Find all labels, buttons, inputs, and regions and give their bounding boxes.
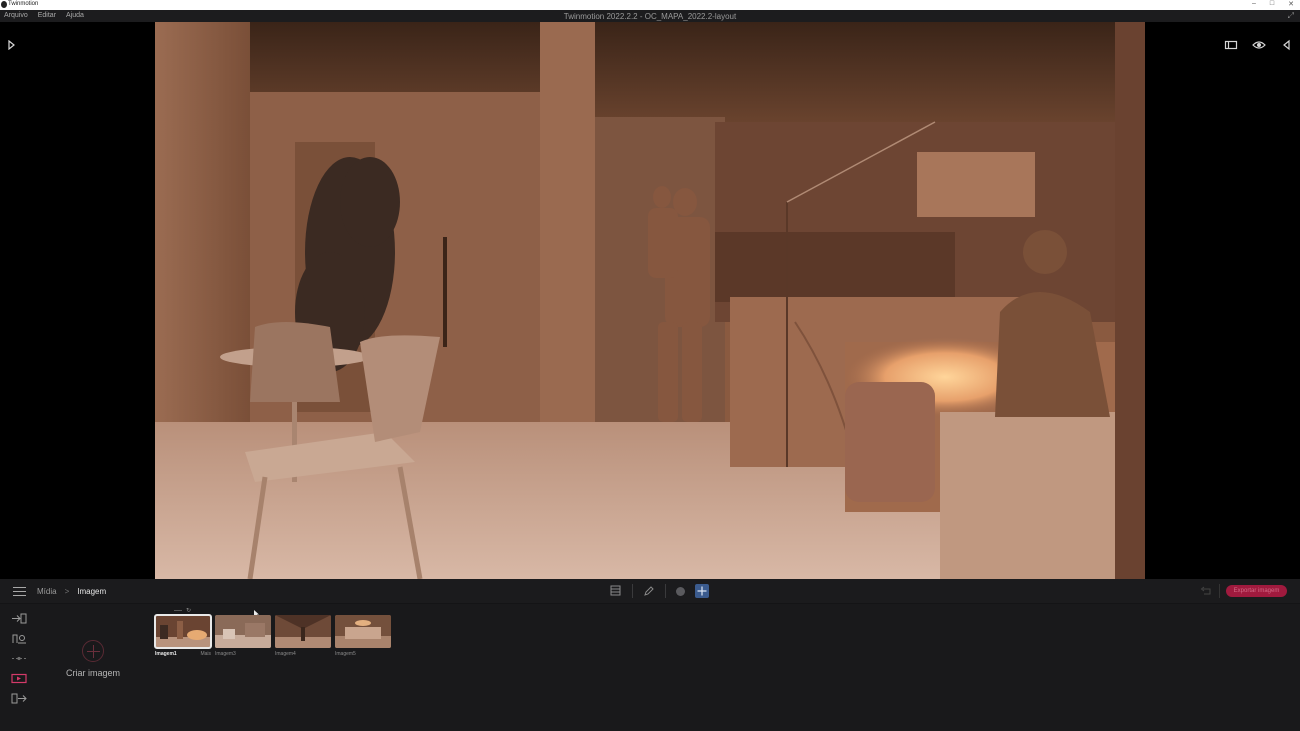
divider — [665, 584, 666, 598]
context-icon[interactable] — [10, 632, 28, 645]
fullscreen-icon[interactable]: ⤢ — [1288, 11, 1294, 21]
scene-render — [155, 22, 1145, 579]
dock-center-tools — [610, 584, 709, 598]
thumbnail-preview — [154, 614, 212, 649]
image-thumbnails: Imagem1 Mais Imagem3 Imagem4 Imagem5 — [154, 614, 391, 657]
create-image-label: Criar imagem — [65, 668, 120, 678]
drag-handle[interactable] — [174, 610, 182, 611]
add-icon — [82, 640, 104, 662]
app-name: Twinmotion — [8, 1, 39, 7]
viewport-tools — [1224, 38, 1294, 52]
viewport-area — [0, 22, 1300, 579]
twinmotion-logo-icon — [1, 1, 7, 8]
menu-bar: Arquivo Editar Ajuda Twinmotion 2022.2.2… — [0, 10, 1300, 22]
document-title: Twinmotion 2022.2.2 - OC_MAPA_2022.2-lay… — [563, 12, 737, 21]
close-button[interactable]: ✕ — [1288, 0, 1294, 8]
create-image-button[interactable]: Criar imagem — [62, 640, 124, 678]
import-icon[interactable] — [10, 612, 28, 625]
thumbnail-name: Imagem4 — [275, 651, 296, 657]
undo-icon[interactable] — [1200, 586, 1212, 596]
menu-icon[interactable] — [13, 587, 26, 596]
maximize-button[interactable]: □ — [1270, 0, 1274, 8]
refresh-icon[interactable]: ↻ — [186, 607, 191, 614]
media-icon[interactable] — [10, 672, 28, 685]
divider — [632, 584, 633, 598]
dock-body: Criar imagem ↻ Imagem1 Mais Imagem3 Imag… — [0, 604, 1300, 731]
window-titlebar: Twinmotion – □ ✕ — [0, 0, 1300, 10]
breadcrumb: Mídia > Imagem — [37, 587, 106, 596]
divider — [1219, 584, 1220, 598]
breadcrumb-separator: > — [64, 587, 70, 596]
configuration-icon[interactable] — [10, 652, 28, 665]
thumbnail-image4[interactable]: Imagem4 — [275, 615, 331, 657]
thumbnail-name: Imagem3 — [215, 651, 236, 657]
thumbnail-image5[interactable]: Imagem5 — [335, 615, 391, 657]
more-link[interactable]: Mais — [200, 651, 211, 657]
breadcrumb-media[interactable]: Mídia — [37, 587, 57, 596]
thumbnail-name: Imagem5 — [335, 651, 356, 657]
thumbnail-preview — [335, 615, 391, 648]
window-controls: – □ ✕ — [1252, 0, 1294, 8]
thumbnail-preview — [215, 615, 271, 648]
pen-icon[interactable] — [643, 585, 655, 597]
export-icon[interactable] — [10, 692, 28, 705]
move-icon[interactable] — [695, 584, 709, 598]
collapse-left-icon[interactable] — [1280, 38, 1294, 52]
left-rail — [10, 612, 28, 705]
eye-icon[interactable] — [1252, 38, 1266, 52]
play-triangle-icon[interactable] — [7, 40, 15, 50]
sphere-icon[interactable] — [676, 586, 685, 596]
thumbnail-image3[interactable]: Imagem3 — [215, 615, 271, 657]
export-image-button[interactable]: Exportar imagem — [1226, 585, 1287, 597]
breadcrumb-image: Imagem — [77, 587, 107, 596]
dock-header: Mídia > Imagem Exportar imagem — [0, 579, 1300, 604]
minimize-button[interactable]: – — [1252, 0, 1256, 8]
layout-icon[interactable] — [1224, 38, 1238, 52]
render-viewport[interactable] — [155, 22, 1145, 579]
layers-icon[interactable] — [610, 585, 622, 597]
thumbnail-image1[interactable]: Imagem1 Mais — [154, 614, 212, 657]
thumbnail-preview — [275, 615, 331, 648]
